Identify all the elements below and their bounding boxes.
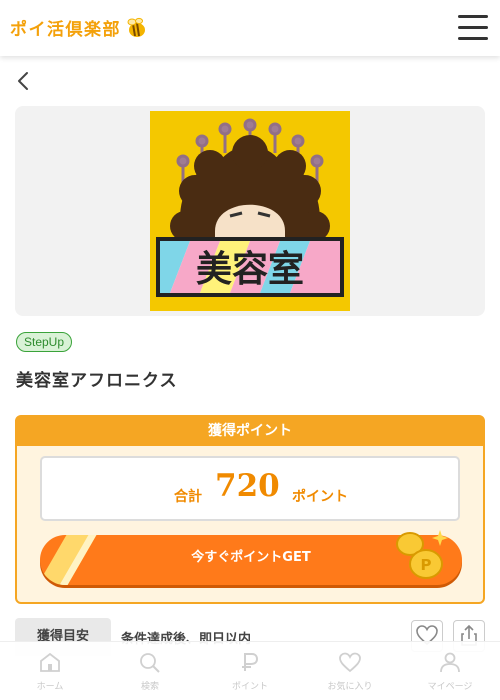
bee-icon [127, 17, 145, 37]
points-heading: 獲得ポイント [17, 417, 483, 446]
back-arrow-icon[interactable] [14, 70, 34, 92]
tab-points[interactable]: ポイント [200, 642, 300, 700]
total-label: 合計 [174, 489, 202, 505]
tab-search[interactable]: 検索 [100, 642, 200, 700]
user-icon [440, 652, 460, 673]
point-icon [242, 653, 259, 671]
home-icon [40, 652, 60, 672]
bottom-tab-bar: ホーム 検索 ポイント お気に入り マイページ [0, 641, 500, 700]
tab-favorites[interactable]: お気に入り [300, 642, 400, 700]
heart-icon [339, 652, 361, 673]
menu-bar-icon [458, 26, 488, 29]
tab-label: ホーム [36, 682, 64, 692]
total-points-box: 合計 720 ポイント [40, 456, 460, 521]
menu-bar-icon [458, 37, 488, 40]
tab-label: ポイント [231, 682, 268, 692]
offer-title: 美容室アフロニクス [16, 371, 178, 391]
total-points-value: 720 [215, 468, 280, 504]
app-header: ポイ活倶楽部 [0, 0, 500, 56]
tab-label: お気に入り [327, 682, 373, 692]
site-logo[interactable]: ポイ活倶楽部 [10, 15, 148, 40]
tab-home[interactable]: ホーム [0, 642, 100, 700]
tab-label: 検索 [140, 682, 159, 692]
stepup-badge: StepUp [16, 332, 73, 352]
menu-bar-icon [458, 15, 488, 18]
tab-label: マイページ [427, 682, 473, 692]
points-panel: 獲得ポイント 合計 720 ポイント 今すぐポイントGET P [15, 415, 485, 604]
menu-button[interactable] [456, 12, 490, 44]
svg-text:P: P [421, 556, 432, 574]
offer-image-area: 美容室 [15, 106, 485, 316]
logo-text: ポイ活倶楽部 [10, 20, 121, 40]
coins-icon: P [396, 530, 448, 579]
tab-mypage[interactable]: マイページ [400, 642, 500, 700]
offer-image: 美容室 [150, 111, 350, 311]
image-text: 美容室 [196, 249, 304, 290]
points-unit: ポイント [292, 489, 348, 505]
search-icon [140, 653, 160, 673]
